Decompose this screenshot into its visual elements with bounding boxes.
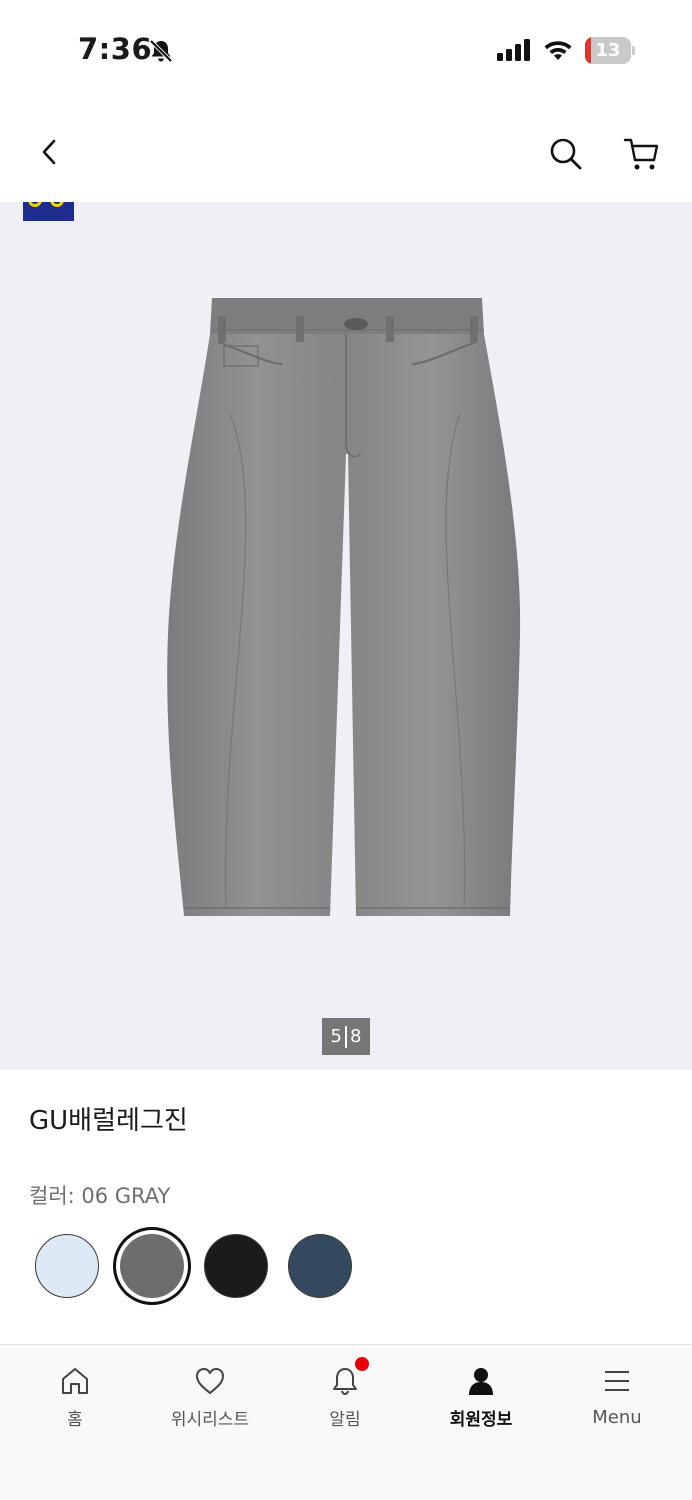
bell-icon [333, 1368, 357, 1396]
color-swatch-navy[interactable] [288, 1234, 352, 1298]
tab-member-info-label: 회원정보 [449, 1410, 513, 1430]
tab-menu-label: Menu [592, 1407, 642, 1428]
person-icon [469, 1368, 493, 1395]
wifi-icon [544, 41, 572, 60]
product-name: GU배럴레그진 [29, 1106, 188, 1136]
product-detail-screen: 7:36 13 5 8 GU배럴레그진 컬러: 06 GRAY 홈 위시리스트 … [0, 0, 692, 1500]
tab-wishlist[interactable]: 위시리스트 [141, 1345, 279, 1445]
bottom-tab-bar: 홈 위시리스트 알림 회원정보 Menu [0, 1344, 692, 1500]
gu-brand-logo [23, 202, 74, 221]
product-image-gallery[interactable]: 5 8 [0, 202, 692, 1070]
notification-badge [355, 1357, 369, 1371]
search-icon [550, 138, 582, 170]
home-icon [62, 1368, 88, 1394]
tab-home-label: 홈 [67, 1410, 83, 1430]
color-swatch-black[interactable] [204, 1234, 268, 1298]
tab-member-info[interactable]: 회원정보 [412, 1345, 550, 1445]
battery-indicator: 13 [585, 37, 635, 64]
status-time: 7:36 [78, 32, 153, 66]
search-button[interactable] [546, 134, 586, 174]
tab-menu[interactable]: Menu [548, 1345, 686, 1445]
tab-notifications-label: 알림 [329, 1410, 361, 1430]
battery-level: 13 [595, 40, 621, 61]
color-swatch-list [0, 1226, 692, 1306]
top-navigation-bar [0, 100, 692, 202]
menu-icon [605, 1371, 629, 1391]
cellular-signal-icon [497, 39, 530, 61]
color-swatch-gray[interactable] [120, 1234, 184, 1298]
current-page: 5 [330, 1026, 342, 1047]
tab-wishlist-label: 위시리스트 [170, 1410, 250, 1430]
selected-color-label: 컬러: 06 GRAY [29, 1184, 171, 1208]
chevron-left-icon [42, 139, 56, 165]
color-swatch-light-blue[interactable] [35, 1234, 99, 1298]
tab-notifications[interactable]: 알림 [276, 1345, 414, 1445]
cart-button[interactable] [622, 134, 662, 174]
tab-home[interactable]: 홈 [6, 1345, 144, 1445]
status-bar: 7:36 13 [0, 0, 692, 100]
bell-off-icon [149, 39, 173, 63]
heart-icon [196, 1368, 224, 1394]
gallery-page-indicator: 5 8 [322, 1018, 370, 1055]
total-pages: 8 [350, 1026, 362, 1047]
back-button[interactable] [30, 132, 70, 172]
cart-icon [623, 138, 659, 170]
product-photo-gray-jeans [167, 298, 521, 916]
